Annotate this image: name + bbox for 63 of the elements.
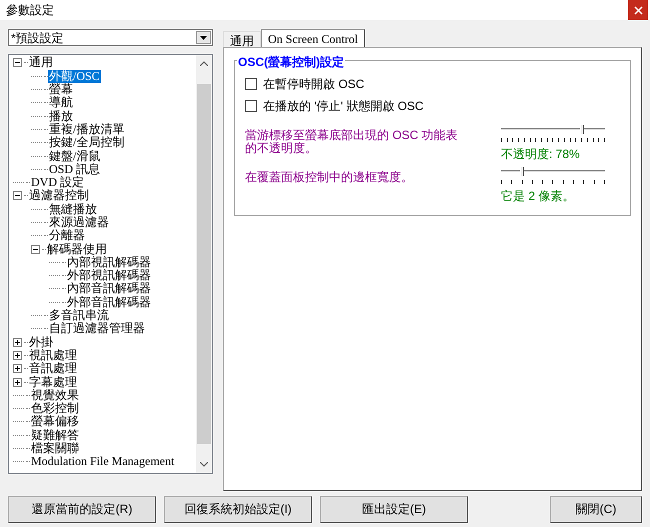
tree-item[interactable]: 視訊處理 (28, 348, 78, 362)
checkbox[interactable] (245, 78, 257, 90)
checkbox-label: 在播放的 '停止' 狀態開啟 OSC (263, 98, 424, 116)
checkbox[interactable] (245, 100, 257, 112)
tree-item[interactable]: 重複/播放清單 (48, 122, 126, 136)
tree-item[interactable]: 外部音訊解碼器 (66, 296, 152, 309)
tree-item[interactable]: 外觀/OSC (48, 70, 101, 83)
slider-value: 不透明度: 78% (501, 147, 581, 162)
tab[interactable]: 通用 (223, 31, 261, 48)
tree-item[interactable]: 自訂過濾器管理器 (48, 322, 146, 336)
tree-item[interactable]: 內部視訊解碼器 (66, 256, 152, 269)
collapse-icon[interactable] (13, 58, 22, 68)
tab[interactable]: On Screen Control (261, 29, 365, 48)
tree-item[interactable]: 來源過濾器 (48, 216, 110, 229)
expand-icon[interactable] (13, 378, 22, 387)
slider-label: 當游標移至螢幕底部出現的 OSC 功能表的不透明度。 (245, 127, 459, 158)
action-button[interactable]: 回復系統初始設定(I) (164, 496, 312, 523)
tree-item[interactable]: 音訊處理 (28, 362, 78, 376)
tree-item[interactable]: 螢幕 (48, 83, 74, 96)
scroll-up-icon (200, 61, 208, 66)
expand-icon[interactable] (13, 364, 22, 374)
action-button[interactable]: 還原當前的設定(R) (8, 496, 156, 523)
group-title: OSC(螢幕控制)設定 (237, 53, 345, 72)
window-title: 參數設定 (6, 2, 54, 20)
action-button[interactable]: 匯出設定(E) (320, 496, 468, 523)
collapse-icon[interactable] (13, 191, 22, 200)
tree-item[interactable]: 字幕處理 (28, 376, 78, 389)
tree-item[interactable]: 按鍵/全局控制 (48, 136, 126, 150)
tree-item[interactable]: 解碼器使用 (46, 242, 108, 256)
tree-item[interactable]: Modulation File Management (30, 455, 176, 468)
tree-item[interactable]: 播放 (48, 110, 74, 123)
tree-item[interactable]: 視覺效果 (30, 388, 80, 402)
tree-item[interactable]: 疑難解答 (30, 428, 80, 442)
slider-label: 在覆蓋面板控制中的邊框寬度。 (245, 169, 414, 186)
expand-icon[interactable] (13, 338, 22, 347)
checkbox-label: 在暫停時開啟 OSC (263, 76, 364, 94)
tree-item[interactable]: 鍵盤/滑鼠 (48, 150, 102, 163)
slider-thumb[interactable] (580, 125, 584, 134)
tree-item[interactable]: 無縫播放 (48, 202, 98, 216)
tree-item[interactable]: 通用 (28, 56, 54, 70)
tree-item[interactable]: 檔案關聯 (30, 442, 80, 456)
scroll-down-icon (200, 462, 208, 468)
expand-icon[interactable] (13, 350, 22, 360)
slider-value: 它是 2 像素。 (501, 189, 576, 204)
close-dialog-button[interactable]: 關閉(C) (550, 496, 642, 523)
tree-item[interactable]: 色彩控制 (30, 402, 80, 416)
slider-thumb[interactable] (520, 167, 524, 176)
tree-item[interactable]: OSD 訊息 (48, 162, 102, 176)
tree-item[interactable]: 過濾器控制 (28, 189, 90, 202)
tree-item[interactable]: 內部音訊解碼器 (66, 282, 152, 296)
collapse-icon[interactable] (31, 244, 40, 254)
tree-item[interactable]: 外掛 (28, 336, 54, 349)
close-icon (634, 6, 642, 15)
dropdown-arrow-icon (200, 36, 207, 40)
profile-dropdown[interactable]: *預設設定 (8, 29, 213, 46)
tree-item[interactable]: 多音訊串流 (48, 309, 110, 322)
scrollbar[interactable] (196, 55, 212, 474)
close-button[interactable] (628, 0, 648, 20)
tree-item[interactable]: 導航 (48, 96, 74, 110)
tree-item[interactable]: 外部視訊解碼器 (66, 269, 152, 282)
tree-item[interactable]: DVD 設定 (30, 176, 85, 190)
tree-item[interactable]: 螢幕偏移 (30, 415, 80, 428)
tree-item[interactable]: 分離器 (48, 229, 86, 242)
